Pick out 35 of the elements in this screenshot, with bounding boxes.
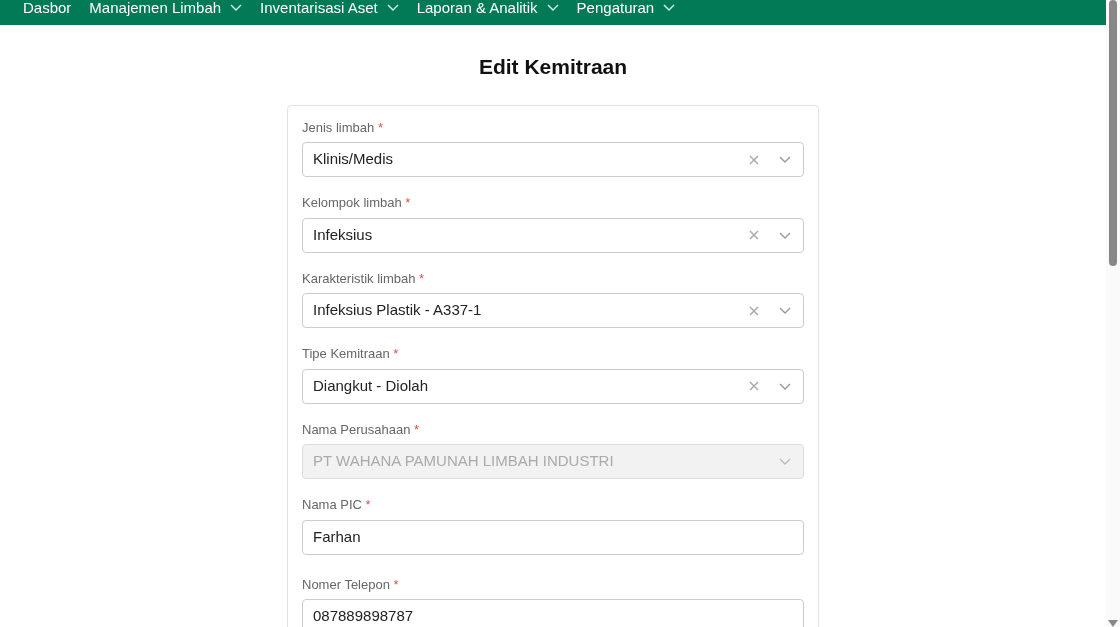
select-field[interactable]: Diangkut - Diolah [302, 368, 804, 404]
chevron-down-icon [779, 307, 791, 314]
select-field[interactable]: Klinis/Medis [302, 142, 804, 177]
field-label: Jenis limbah * [302, 118, 384, 137]
chevron-down-icon [546, 4, 559, 11]
scroll-down-icon[interactable] [1108, 620, 1118, 627]
field-label: Nama PIC * [302, 496, 372, 514]
field-label: Karakteristik limbah * [302, 269, 426, 288]
select-field[interactable]: Infeksius [302, 217, 804, 253]
select-field[interactable]: Infeksius Plastik - A337-1 [302, 293, 804, 328]
chevron-down-icon [230, 4, 243, 11]
nav-menu[interactable]: Manajemen Limbah [89, 0, 243, 15]
clear-icon[interactable] [749, 154, 759, 165]
page-title: Edit Kemitraan [477, 54, 629, 80]
field-label: Nama Perusahaan * [302, 420, 421, 439]
input-field[interactable]: 087889898787 [302, 599, 804, 627]
nav-menu[interactable]: Pengaturan [576, 0, 676, 15]
chevron-down-icon [779, 382, 791, 390]
nav-link[interactable]: Dasbor [23, 0, 72, 15]
field-label: Kelompok limbah * [302, 194, 412, 212]
field-label: Nomer Telepon * [302, 575, 400, 594]
nav-menu[interactable]: Inventarisasi Aset [260, 0, 399, 15]
scrollbar[interactable] [1106, 0, 1120, 627]
nav-menu[interactable]: Laporan & Analitik [416, 0, 559, 15]
chevron-down-icon [779, 231, 791, 239]
chevron-down-icon [779, 458, 791, 465]
field-label: Tipe Kemitraan * [302, 345, 400, 363]
input-field[interactable]: Farhan [302, 519, 804, 555]
clear-icon[interactable] [749, 305, 759, 316]
chevron-down-icon [779, 156, 791, 163]
clear-icon[interactable] [749, 230, 759, 240]
scrollbar-thumb[interactable] [1109, 0, 1117, 266]
chevron-down-icon [663, 4, 676, 11]
clear-icon[interactable] [749, 381, 759, 391]
chevron-down-icon [386, 4, 399, 11]
